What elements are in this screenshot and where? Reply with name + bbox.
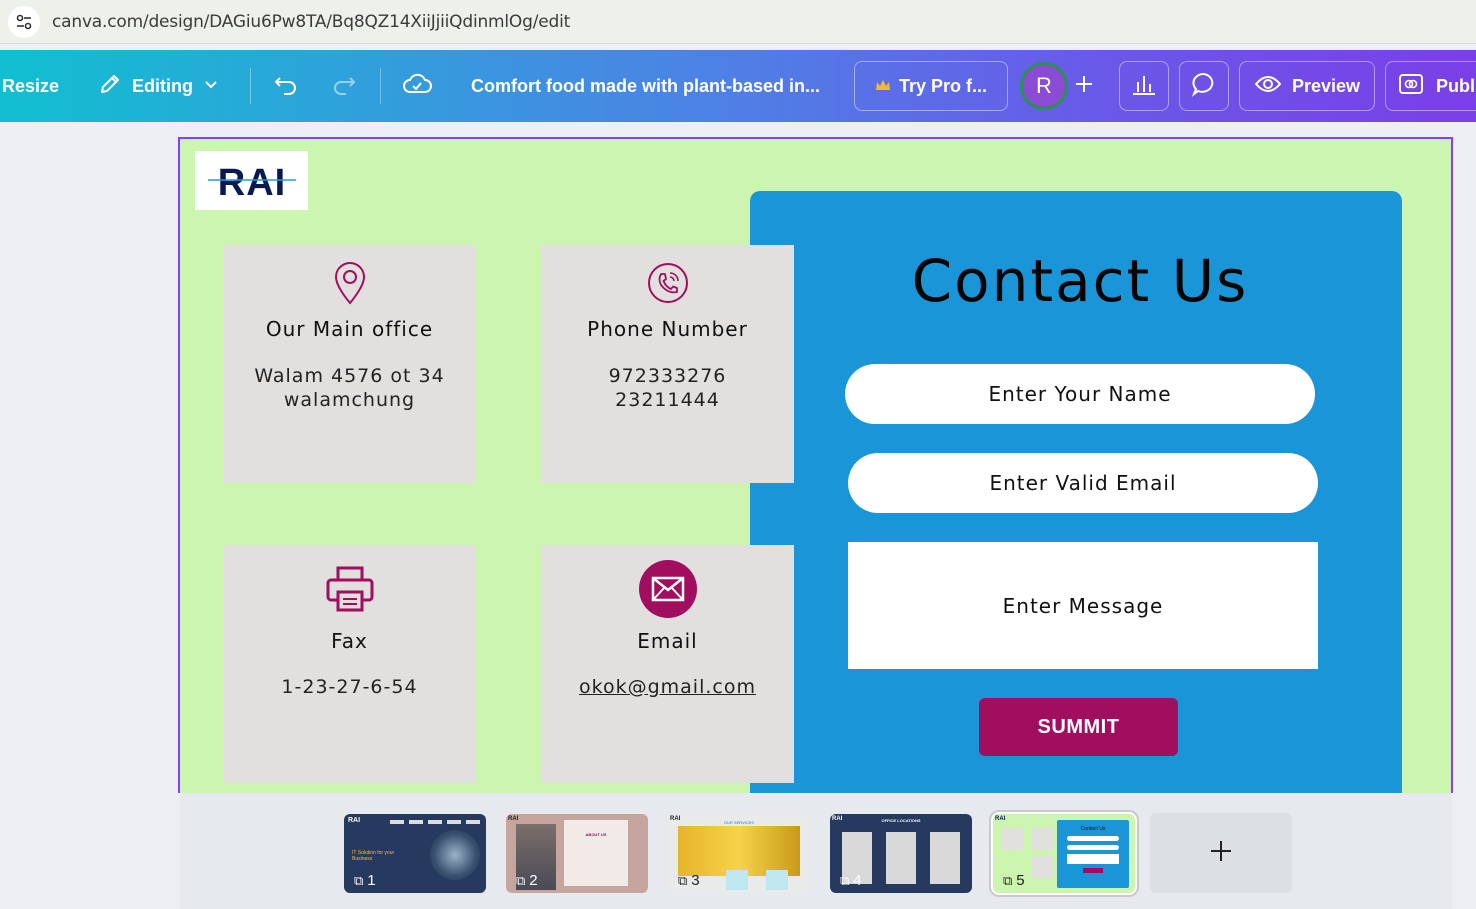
name-input-field[interactable]: Enter Your Name (845, 364, 1315, 424)
editor-toolbar: Resize Editing Comfort food made with pl… (0, 50, 1476, 122)
preview-button[interactable]: Preview (1239, 61, 1375, 111)
undo-button[interactable] (272, 50, 300, 122)
present-icon (1398, 73, 1424, 100)
browser-address-bar: canva.com/design/DAGiu6Pw8TA/Bq8QZ14XiiJ… (0, 0, 1476, 44)
redo-button[interactable] (330, 50, 358, 122)
page-number-2: ⧉ 2 (516, 872, 538, 889)
eye-icon (1254, 74, 1282, 99)
pencil-icon (98, 72, 122, 101)
email-address-link[interactable]: okok@gmail.com (541, 676, 794, 698)
thumb-robot-image (430, 830, 480, 880)
office-title: Our Main office (265, 317, 434, 341)
editing-mode-button[interactable]: Editing (98, 50, 219, 122)
thumb-location-card (886, 832, 916, 884)
thumb-logo: RAI (508, 816, 519, 822)
page-thumbnail-5[interactable]: RAI Contact Us ⧉ 5 (991, 812, 1137, 895)
plus-icon (1074, 74, 1094, 99)
fax-title: Fax (331, 629, 368, 653)
page-number-5: ⧉ 5 (1003, 872, 1025, 889)
undo-icon (272, 70, 300, 103)
thumb-1-text: IT Solution for your Business (352, 850, 395, 862)
editing-label: Editing (132, 75, 193, 96)
url-text[interactable]: canva.com/design/DAGiu6Pw8TA/Bq8QZ14XiiJ… (52, 12, 570, 32)
email-title: Email (637, 629, 698, 653)
design-page-canvas[interactable]: RAI Our Main office Walam 4576 ot 34 wal… (178, 137, 1453, 793)
speech-bubble-icon (1191, 71, 1217, 102)
page-number-1: ⧉ 1 (354, 872, 376, 889)
publish-button[interactable]: Publi (1385, 61, 1476, 111)
office-address-line1: Walam 4576 ot 34 (254, 365, 445, 387)
thumb-contact-panel: Contact Us (1057, 820, 1129, 888)
phone-number-1: 972333276 (608, 365, 727, 387)
resize-button[interactable]: Resize (2, 50, 59, 122)
publish-label: Publi (1436, 75, 1476, 96)
add-page-button[interactable] (1150, 813, 1292, 893)
present-icon: ⧉ (354, 872, 364, 888)
phone-card[interactable]: Phone Number 972333276 23211444 (541, 245, 794, 483)
thumb-logo: RAI (995, 816, 1006, 822)
rai-logo[interactable]: RAI (195, 151, 308, 210)
message-input-field[interactable]: Enter Message (848, 542, 1318, 669)
thumb-service-card (766, 870, 788, 890)
page-thumbnail-2[interactable]: RAI ABOUT US ⧉ 2 (506, 814, 648, 893)
submit-button[interactable]: SUMMIT (979, 698, 1178, 756)
page-thumbnail-1[interactable]: RAI IT Solution for your Business ⧉ 1 (344, 814, 486, 893)
phone-title: Phone Number (587, 317, 748, 341)
cloud-saved-button[interactable] (402, 50, 432, 122)
email-card[interactable]: Email okok@gmail.com (541, 545, 794, 783)
thumb-3-text: OUR SERVICES (723, 820, 755, 825)
try-pro-label: Try Pro f... (898, 75, 988, 96)
thumb-5-text: Contact Us (1080, 826, 1106, 832)
crown-icon (875, 76, 891, 97)
cloud-check-icon (402, 71, 432, 102)
fax-number: 1-23-27-6-54 (281, 676, 418, 698)
page-thumbnail-4[interactable]: RAI OFFICE LOCATIONS ⧉ 4 (830, 814, 972, 893)
phone-number-2: 23211444 (615, 389, 720, 411)
page-number-4: ⧉ 4 (840, 872, 862, 889)
present-icon: ⧉ (840, 872, 850, 888)
design-title[interactable]: Comfort food made with plant-based in... (471, 50, 820, 122)
bar-chart-icon (1131, 72, 1157, 101)
present-icon: ⧉ (1003, 872, 1013, 888)
site-settings-icon[interactable] (8, 6, 40, 38)
thumb-location-card (930, 832, 960, 884)
office-card[interactable]: Our Main office Walam 4576 ot 34 walamch… (223, 245, 476, 483)
location-pin-icon (223, 259, 476, 307)
thumb-4-text: OFFICE LOCATIONS (881, 818, 921, 823)
page-number-3: ⧉ 3 (678, 872, 700, 889)
logo-text: RAI (217, 162, 285, 203)
thumb-logo: RAI (348, 817, 361, 824)
email-input-field[interactable]: Enter Valid Email (848, 453, 1318, 513)
thumb-nav-bar (390, 820, 482, 824)
phone-icon (541, 259, 794, 307)
try-pro-button[interactable]: Try Pro f... (854, 61, 1008, 111)
comments-button[interactable] (1179, 61, 1229, 111)
printer-icon (223, 565, 476, 613)
fax-card[interactable]: Fax 1-23-27-6-54 (223, 545, 476, 783)
avatar[interactable]: R (1020, 62, 1068, 110)
thumb-2-text: ABOUT US (585, 832, 607, 837)
thumb-about-card: ABOUT US (564, 820, 628, 886)
add-collaborator-button[interactable] (1063, 65, 1105, 107)
chevron-down-icon (203, 76, 219, 97)
office-address-line2: walamchung (283, 389, 416, 411)
present-icon: ⧉ (678, 872, 688, 888)
present-icon: ⧉ (516, 872, 526, 888)
redo-icon (330, 70, 358, 103)
page-thumbnail-3[interactable]: RAI OUR SERVICES ⧉ 3 (668, 814, 810, 893)
thumb-service-card (726, 870, 748, 890)
plus-icon (1210, 836, 1232, 870)
envelope-icon (541, 559, 794, 619)
thumb-services-photo: OUR SERVICES (678, 820, 800, 876)
insights-button[interactable] (1119, 61, 1169, 111)
contact-us-heading: Contact Us (911, 247, 1249, 315)
preview-label: Preview (1291, 75, 1361, 96)
